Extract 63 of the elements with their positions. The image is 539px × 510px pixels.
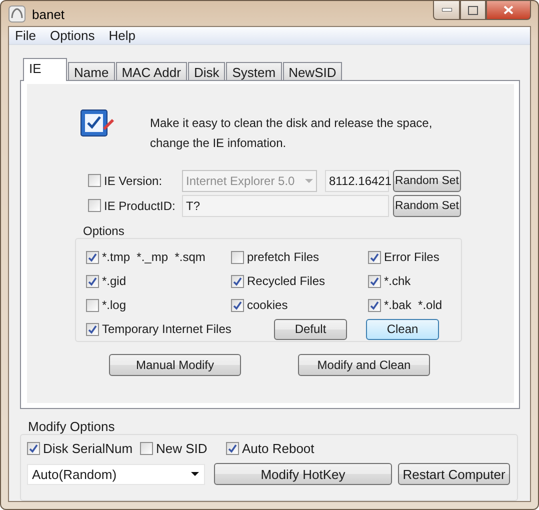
checkbox[interactable] (88, 199, 101, 212)
checkbox-label: *.bak *.old (384, 298, 442, 312)
tab[interactable]: MAC Addr (116, 62, 187, 81)
group-title: Modify Options (28, 419, 116, 434)
close-button[interactable] (486, 1, 531, 20)
checkbox[interactable] (231, 250, 244, 264)
tab[interactable]: Name (68, 62, 115, 81)
tab[interactable]: System (226, 62, 282, 81)
checkbox-label: New SID (156, 441, 208, 456)
checkbox-label: IE ProductID: (104, 198, 176, 212)
checkbox-label: prefetch Files (247, 250, 320, 264)
app-icon (8, 5, 26, 23)
action-button[interactable]: Modify and Clean (298, 354, 430, 376)
tab[interactable]: IE (23, 58, 67, 81)
menu-item[interactable]: Options (50, 28, 95, 43)
random-set-button[interactable]: Random Set (393, 170, 461, 192)
checkbox-label: *.tmp *._mp *.sqm (102, 250, 206, 264)
checkbox[interactable] (226, 442, 239, 455)
checkbox[interactable] (86, 322, 99, 336)
checkbox-label: *.chk (384, 274, 411, 288)
close-icon (503, 5, 514, 15)
options-button[interactable]: Clean (366, 318, 439, 340)
checkbox[interactable] (231, 274, 244, 288)
checkbox[interactable] (368, 274, 381, 288)
checkbox[interactable] (86, 298, 99, 312)
action-button[interactable]: Manual Modify (109, 354, 241, 376)
checkbox[interactable] (368, 298, 381, 312)
product-id-field[interactable]: T? (182, 194, 389, 216)
checkbox-label: Auto Reboot (242, 441, 314, 456)
maximize-button[interactable] (460, 1, 486, 20)
tab[interactable]: NewSID (282, 62, 342, 81)
checkbox-label: *.log (102, 298, 126, 312)
hotkey-button[interactable]: Modify HotKey (214, 463, 392, 485)
checkbox[interactable] (140, 442, 153, 455)
mode-dropdown[interactable]: Auto(Random) (27, 464, 205, 484)
build-field[interactable]: 8112.16421 (325, 170, 389, 192)
minimize-icon (442, 8, 452, 12)
checkbox[interactable] (27, 442, 40, 455)
checkbox[interactable] (231, 298, 244, 312)
checkbox[interactable] (86, 250, 99, 264)
checkbox[interactable] (88, 174, 101, 187)
checkbox-label: Recycled Files (247, 274, 326, 288)
description-text: Make it easy to clean the disk and release the space, (150, 116, 432, 130)
checkbox-label: *.gid (102, 274, 126, 288)
checkbox-label: cookies (247, 298, 288, 312)
menu-item[interactable]: File (15, 28, 36, 43)
group-title: Options (83, 224, 126, 238)
description-text: change the IE infomation. (150, 136, 288, 150)
checkbox-label: Error Files (384, 250, 440, 264)
tab[interactable]: Disk (188, 62, 226, 81)
maximize-icon (468, 6, 478, 14)
window-title: banet (32, 6, 65, 22)
checkbox[interactable] (368, 250, 381, 264)
checkbox-label: Disk SerialNum (43, 441, 133, 456)
minimize-button[interactable] (433, 1, 460, 20)
checkbox-label: IE Version: (104, 174, 162, 188)
dropdown-arrow-icon (190, 471, 200, 477)
random-set-button[interactable]: Random Set (393, 194, 461, 216)
menu-item[interactable]: Help (108, 28, 136, 43)
restart-button[interactable]: Restart Computer (398, 463, 510, 485)
checkbox-label: Temporary Internet Files (102, 322, 232, 336)
checkbox[interactable] (86, 274, 99, 288)
options-button[interactable]: Defult (274, 318, 347, 340)
